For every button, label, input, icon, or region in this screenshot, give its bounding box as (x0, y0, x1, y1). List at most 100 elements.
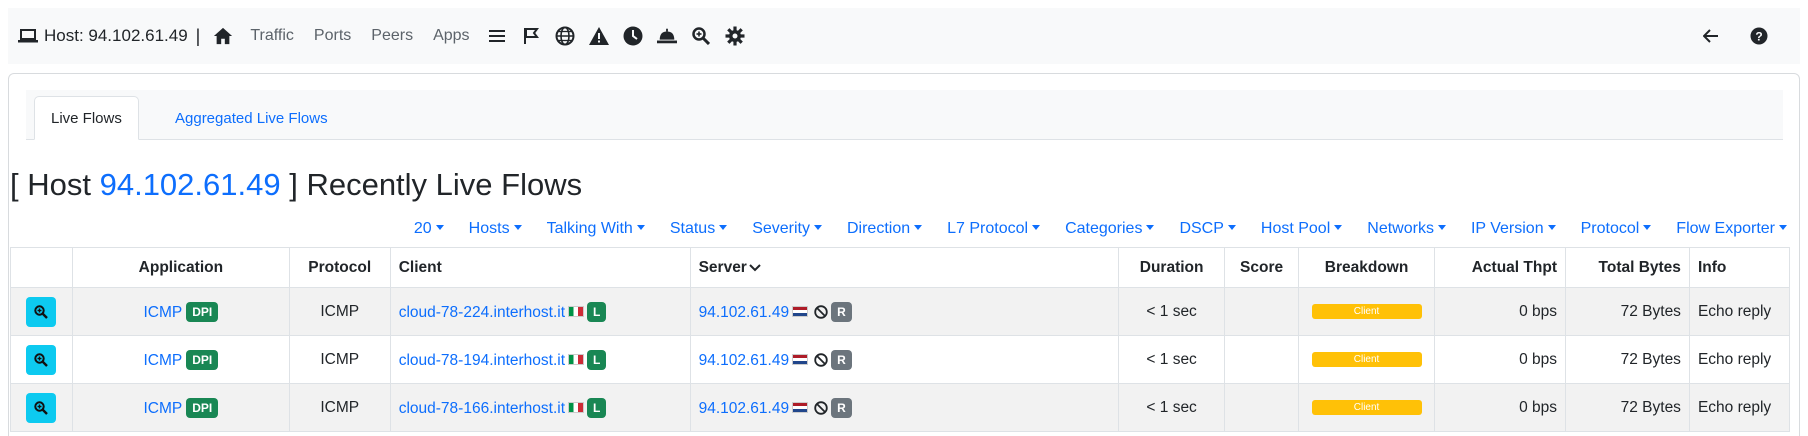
row-actions (10, 335, 73, 384)
filter-ip-version[interactable]: IP Version (1471, 220, 1556, 238)
zoom-button[interactable] (26, 296, 57, 327)
host-label: Host: 94.102.61.49 (18, 26, 188, 46)
netherlands-flag-icon (792, 353, 809, 365)
tabs-bar: Live Flows Aggregated Live Flows (26, 90, 1783, 140)
dpi-badge: DPI (186, 397, 219, 418)
cell-client: cloud-78-166.interhost.it L (389, 383, 691, 432)
globe-icon[interactable] (555, 26, 575, 46)
col-breakdown[interactable]: Breakdown (1298, 247, 1436, 288)
cell-actual-thpt: 0 bps (1434, 383, 1566, 432)
ban-icon (814, 304, 828, 319)
host-label-text: Host: 94.102.61.49 (44, 26, 188, 45)
col-info[interactable]: Info (1688, 247, 1791, 288)
cell-score (1224, 383, 1300, 432)
client-link[interactable]: cloud-78-194.interhost.it (399, 352, 565, 369)
col-protocol[interactable]: Protocol (288, 247, 391, 288)
list-icon[interactable] (487, 26, 507, 46)
cell-client: cloud-78-194.interhost.it L (389, 335, 691, 384)
col-application[interactable]: Application (71, 247, 290, 288)
page-title-suffix: ] Recently Live Flows (280, 167, 583, 202)
netherlands-flag-icon (792, 305, 809, 317)
cell-total-bytes: 72 Bytes (1564, 335, 1690, 384)
client-link[interactable]: cloud-78-224.interhost.it (399, 304, 565, 321)
cell-score (1224, 335, 1300, 384)
server-link[interactable]: 94.102.61.49 (699, 304, 790, 321)
col-server[interactable]: Server (689, 247, 1120, 288)
col-duration[interactable]: Duration (1118, 247, 1226, 288)
help-icon[interactable]: ? (1749, 26, 1769, 46)
server-link[interactable]: 94.102.61.49 (699, 352, 790, 369)
bell-icon[interactable] (656, 26, 677, 46)
app-link[interactable]: ICMP (143, 400, 181, 417)
cell-duration: < 1 sec (1118, 383, 1226, 432)
filter-networks[interactable]: Networks (1367, 220, 1446, 238)
cell-score (1224, 287, 1300, 336)
table-row: ICMP DPI ICMP cloud-78-194.interhost.it L… (10, 335, 1791, 384)
filter-hosts[interactable]: Hosts (469, 220, 522, 238)
zoom-button[interactable] (26, 392, 57, 423)
col-actual-thpt[interactable]: Actual Thpt (1434, 247, 1566, 288)
filter-l7-protocol[interactable]: L7 Protocol (947, 220, 1041, 238)
netherlands-flag-icon (792, 401, 809, 413)
cell-application: ICMP DPI (71, 335, 290, 384)
dpi-badge: DPI (186, 301, 219, 322)
breakdown-bar: Client (1311, 400, 1422, 415)
home-icon[interactable] (213, 26, 233, 46)
filter-status[interactable]: Status (670, 220, 728, 238)
filter-page-size[interactable]: 20 (414, 220, 444, 238)
nav-link-peers[interactable]: Peers (371, 27, 413, 45)
cell-actual-thpt: 0 bps (1434, 287, 1566, 336)
flows-table: Application Protocol Client Server Durat… (10, 247, 1791, 432)
italy-flag-icon (568, 305, 585, 317)
app-link[interactable]: ICMP (143, 352, 181, 369)
cell-info: Echo reply (1688, 287, 1791, 336)
filter-severity[interactable]: Severity (752, 220, 822, 238)
cell-server: 94.102.61.49 R (689, 335, 1120, 384)
navbar-left: Host: 94.102.61.49 | Traffic Ports Peers… (18, 26, 752, 47)
search-icon[interactable] (691, 26, 711, 46)
nav-link-ports[interactable]: Ports (314, 27, 351, 45)
filter-talking-with[interactable]: Talking With (547, 220, 645, 238)
warning-icon[interactable] (588, 26, 609, 46)
filter-dscp[interactable]: DSCP (1179, 220, 1236, 238)
nav-link-apps[interactable]: Apps (433, 27, 469, 45)
flag-icon[interactable] (521, 26, 541, 46)
dpi-badge: DPI (186, 349, 219, 370)
row-actions (10, 383, 73, 432)
client-link[interactable]: cloud-78-166.interhost.it (399, 400, 565, 417)
tab-aggregated-live-flows[interactable]: Aggregated Live Flows (159, 96, 344, 140)
chevron-down-icon (749, 263, 761, 271)
cell-breakdown: Client (1298, 287, 1436, 336)
filter-protocol[interactable]: Protocol (1581, 220, 1652, 238)
arrow-left-icon[interactable] (1701, 26, 1721, 46)
cell-actual-thpt: 0 bps (1434, 335, 1566, 384)
search-plus-icon (34, 352, 49, 367)
italy-flag-icon (568, 401, 585, 413)
col-score[interactable]: Score (1224, 247, 1300, 288)
cell-server: 94.102.61.49 R (689, 383, 1120, 432)
tab-live-flows[interactable]: Live Flows (34, 96, 139, 140)
filter-host-pool[interactable]: Host Pool (1261, 220, 1343, 238)
nav-link-traffic[interactable]: Traffic (250, 27, 294, 45)
page-title-host-link[interactable]: 94.102.61.49 (100, 167, 281, 202)
filter-direction[interactable]: Direction (847, 220, 923, 238)
table-header-row: Application Protocol Client Server Durat… (10, 247, 1791, 288)
filter-flow-exporter[interactable]: Flow Exporter (1676, 220, 1787, 238)
cell-client: cloud-78-224.interhost.it L (389, 287, 691, 336)
zoom-button[interactable] (26, 344, 57, 375)
filter-bar: 20 Hosts Talking With Status Severity Di… (389, 220, 1787, 238)
remote-badge: R (831, 301, 852, 322)
server-link[interactable]: 94.102.61.49 (699, 400, 790, 417)
row-actions (10, 287, 73, 336)
clock-icon[interactable] (623, 26, 643, 46)
col-client[interactable]: Client (389, 247, 691, 288)
gear-icon[interactable] (725, 26, 745, 46)
cell-application: ICMP DPI (71, 287, 290, 336)
cell-server: 94.102.61.49 R (689, 287, 1120, 336)
col-total-bytes[interactable]: Total Bytes (1564, 247, 1690, 288)
navbar-separator: | (195, 25, 201, 46)
laptop-icon (18, 29, 38, 43)
page-title: [ Host 94.102.61.49 ] Recently Live Flow… (10, 167, 582, 203)
filter-categories[interactable]: Categories (1065, 220, 1155, 238)
app-link[interactable]: ICMP (143, 304, 181, 321)
